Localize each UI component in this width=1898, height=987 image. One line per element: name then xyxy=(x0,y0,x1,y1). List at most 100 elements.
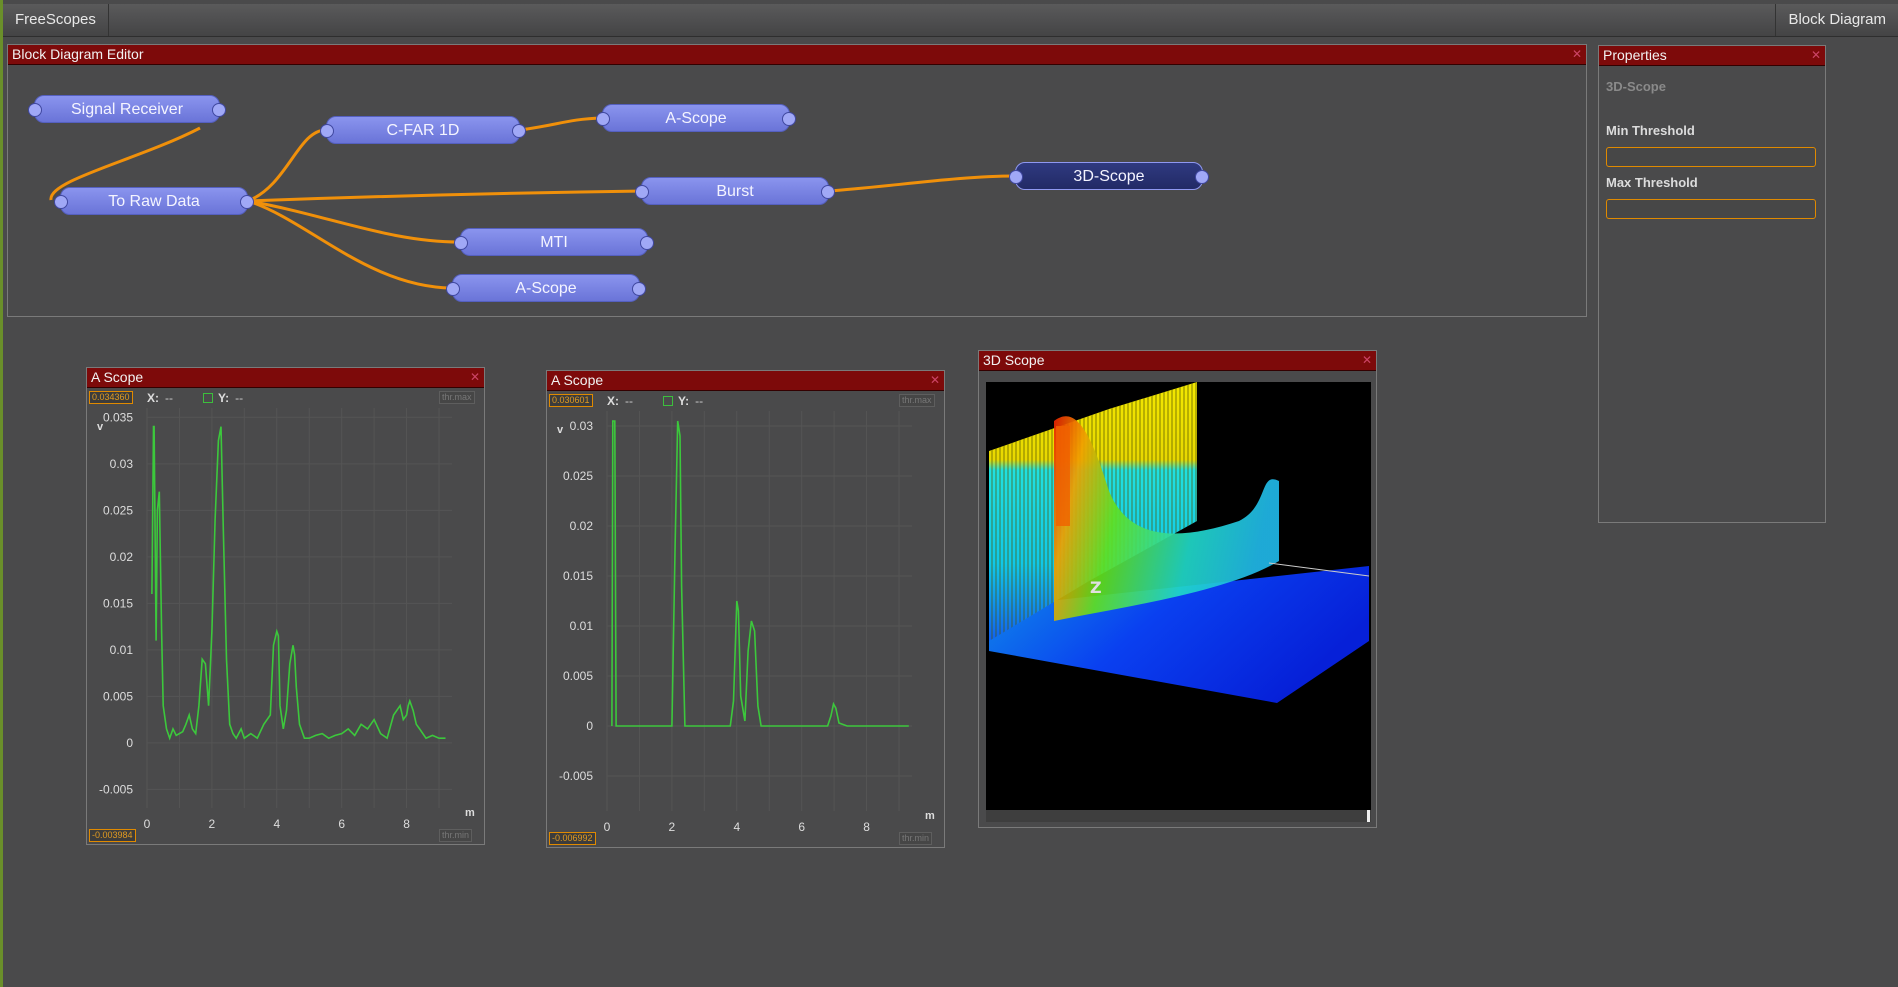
y-tick-label: 0.03 xyxy=(110,457,134,471)
x-tick-label: 6 xyxy=(798,820,805,834)
scope1-plot[interactable]: -0.005 0 0.005 0.01 0.015 0.02 0.025 0.03 0.035 0… xyxy=(87,368,486,846)
y-tick-label: 0 xyxy=(586,719,593,733)
max-threshold-input[interactable] xyxy=(1606,199,1816,219)
min-threshold-input[interactable] xyxy=(1606,147,1816,167)
grid xyxy=(146,408,452,808)
y-value: -- xyxy=(695,394,704,408)
y-tick-label: 0.03 xyxy=(570,419,594,433)
scope2-plot[interactable]: -0.005 0 0.005 0.01 0.015 0.02 0.025 0.03 0 2 4 6 8 v… xyxy=(547,371,946,849)
block-diagram-editor[interactable]: Block Diagram Editor ✕ Signal Receiver T… xyxy=(7,44,1587,317)
ascope-panel-1[interactable]: A Scope ✕ -0.005 0 0.005 0.01 0.015 0.02 0.025… xyxy=(86,367,485,845)
app-name[interactable]: FreeScopes xyxy=(3,4,109,36)
x-label: X: xyxy=(607,394,619,408)
x-label: X: xyxy=(147,391,159,405)
node-input-port[interactable] xyxy=(454,236,468,250)
view-menu-block-diagram[interactable]: Block Diagram xyxy=(1775,4,1898,36)
scope1-min-badge[interactable]: -0.003984 xyxy=(89,829,136,842)
node-label: Burst xyxy=(716,183,754,200)
scope2-y-readout: Y: -- xyxy=(678,394,703,408)
scope3d-scrollbar-thumb xyxy=(1367,810,1370,822)
properties-panel[interactable]: Properties ✕ 3D-Scope Min Threshold Max … xyxy=(1598,45,1826,523)
node-output-port[interactable] xyxy=(782,112,796,126)
node-output-port[interactable] xyxy=(821,185,835,199)
y-axis-label: v xyxy=(557,424,564,436)
max-threshold-label: Max Threshold xyxy=(1606,175,1698,190)
properties-titlebar[interactable]: Properties ✕ xyxy=(1599,46,1825,66)
signal-series-line xyxy=(151,425,446,741)
node-to-raw-data[interactable]: To Raw Data xyxy=(54,187,254,215)
node-burst[interactable]: Burst xyxy=(635,177,835,205)
x-tick-label: 4 xyxy=(273,817,280,831)
node-input-port[interactable] xyxy=(54,195,68,209)
x-tick-label: 0 xyxy=(604,820,611,834)
scope2-max-badge[interactable]: 0.030601 xyxy=(549,394,593,407)
x-axis-label: m xyxy=(465,807,475,819)
node-mti[interactable]: MTI xyxy=(454,228,654,256)
node-ascope-bottom[interactable]: A-Scope xyxy=(446,274,646,302)
scope1-thr-min[interactable]: thr.min xyxy=(439,829,473,842)
node-output-port[interactable] xyxy=(512,124,526,138)
x-axis-label: m xyxy=(925,810,935,822)
signal-series-line xyxy=(611,420,909,727)
left-edge-accent xyxy=(0,0,3,987)
node-signal-receiver[interactable]: Signal Receiver xyxy=(28,95,226,123)
scope1-max-badge[interactable]: 0.034360 xyxy=(89,391,133,404)
scope3d-panel[interactable]: 3D Scope ✕ Z xyxy=(978,350,1377,828)
y-tick-label: 0.01 xyxy=(570,619,594,633)
scope2-thr-min[interactable]: thr.min xyxy=(899,832,933,845)
node-output-port[interactable] xyxy=(240,195,254,209)
node-input-port[interactable] xyxy=(28,103,42,117)
scope2-thr-max[interactable]: thr.max xyxy=(899,394,935,407)
node-input-port[interactable] xyxy=(635,185,649,199)
scope2-x-readout: X: -- xyxy=(607,394,633,408)
y-tick-label: 0.005 xyxy=(563,669,593,683)
y-axis-label: v xyxy=(97,421,104,433)
ascope-panel-2[interactable]: A Scope ✕ -0.005 0 0.005 0.01 0.015 0.02 0.025… xyxy=(546,370,945,848)
wire-cfar-to-ascope xyxy=(519,116,603,132)
y-value: -- xyxy=(235,391,244,405)
y-tick-label: 0.015 xyxy=(103,596,133,610)
y-tick-label: 0.02 xyxy=(110,550,134,564)
node-output-port[interactable] xyxy=(1195,170,1209,184)
x-tick-label: 8 xyxy=(863,820,870,834)
properties-title: Properties xyxy=(1603,47,1667,63)
scope2-min-badge[interactable]: -0.006992 xyxy=(549,832,596,845)
node-input-port[interactable] xyxy=(446,282,460,296)
y-tick-label: 0.02 xyxy=(570,519,594,533)
scope3d-scrollbar xyxy=(986,810,1371,822)
x-tick-label: 6 xyxy=(338,817,345,831)
y-tick-label: 0.015 xyxy=(563,569,593,583)
node-label: MTI xyxy=(540,234,568,251)
x-tick-label: 2 xyxy=(209,817,216,831)
y-tick-label: -0.005 xyxy=(559,769,593,783)
node-output-port[interactable] xyxy=(640,236,654,250)
node-label: A-Scope xyxy=(515,280,577,297)
x-tick-label: 8 xyxy=(403,817,410,831)
properties-subtitle: 3D-Scope xyxy=(1606,79,1666,94)
wire-raw-to-burst xyxy=(247,189,642,203)
x-tick-label: 0 xyxy=(144,817,151,831)
node-cfar-1d[interactable]: C-FAR 1D xyxy=(320,116,526,144)
close-icon[interactable]: ✕ xyxy=(1811,46,1821,65)
scope3d-render[interactable]: Z xyxy=(979,351,1378,829)
scope1-thr-max[interactable]: thr.max xyxy=(439,391,475,404)
top-toolbar: FreeScopes Block Diagram xyxy=(3,4,1898,37)
node-output-port[interactable] xyxy=(632,282,646,296)
node-ascope-top[interactable]: A-Scope xyxy=(596,104,796,132)
node-input-port[interactable] xyxy=(320,124,334,138)
x-value: -- xyxy=(165,391,173,405)
min-threshold-label: Min Threshold xyxy=(1606,123,1695,138)
node-output-port[interactable] xyxy=(212,103,226,117)
node-input-port[interactable] xyxy=(596,112,610,126)
node-input-port[interactable] xyxy=(1009,170,1023,184)
scope3d-axis-label: Z xyxy=(1090,578,1102,597)
scope2-y-checkbox[interactable] xyxy=(663,396,673,406)
wire-burst-to-3dscope xyxy=(828,174,1016,193)
wire-raw-to-mti xyxy=(247,199,461,244)
scope1-x-readout: X: -- xyxy=(147,391,173,405)
y-label: Y: xyxy=(218,391,230,405)
scope1-y-readout: Y: -- xyxy=(218,391,243,405)
x-value: -- xyxy=(625,394,633,408)
scope1-y-checkbox[interactable] xyxy=(203,393,213,403)
node-3d-scope[interactable]: 3D-Scope xyxy=(1009,162,1209,190)
